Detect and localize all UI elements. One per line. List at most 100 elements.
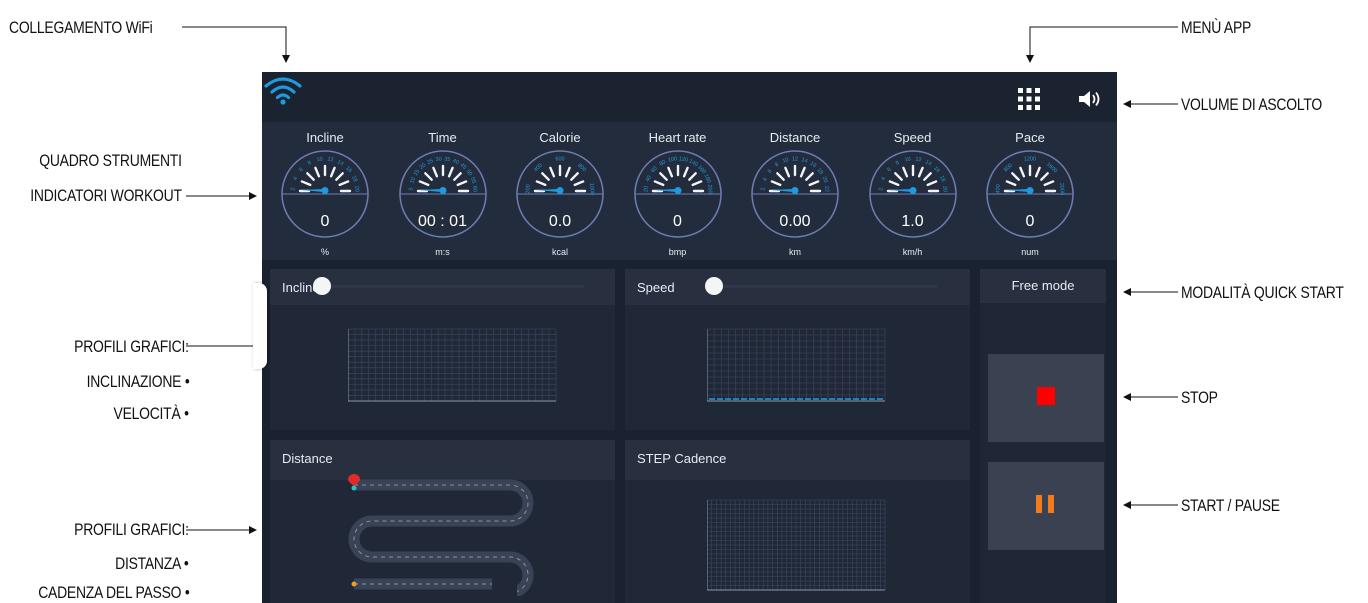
gauge-scale-label: 120 <box>678 156 688 163</box>
callout-volume: VOLUME DI ASCOLTO <box>1181 95 1322 114</box>
gauge-calorie: Calorie 200 400 600 800 1000 0.0 kcal <box>502 122 618 260</box>
gauge-scale-label: 2 <box>760 187 766 190</box>
gauge-scale-label: 8 <box>307 160 313 167</box>
gauge-scale-label: 4 <box>293 176 300 181</box>
track-end-dot <box>351 581 357 587</box>
gauge-scale-label: 6 <box>767 168 774 174</box>
gauge-value: 0 <box>673 213 682 230</box>
gauge-scale-label: 600 <box>555 156 564 162</box>
gauge-label: Distance <box>769 130 821 145</box>
top-bar <box>262 72 1117 122</box>
gauge-scale-label: 10 <box>409 177 417 185</box>
speed-profile-chart <box>707 328 886 402</box>
gauge-scale-label: 18 <box>938 175 946 183</box>
gauge-scale-label: 50 <box>464 169 472 177</box>
gauge-value: 1.0 <box>901 213 924 230</box>
gauge-value: 0 <box>320 213 330 230</box>
gauge-scale-label: 22 <box>823 186 829 192</box>
gauge-scale-label: 15 <box>412 169 420 177</box>
speed-slider-track[interactable] <box>715 285 937 288</box>
step-cadence-panel: STEP Cadence <box>625 440 970 603</box>
callout-profiles2-line3: CADENZA DEL PASSO • <box>37 583 190 602</box>
gauge-scale-label: 5 <box>408 187 414 190</box>
gauge-scale-label: 4 <box>880 176 887 181</box>
gauge-speed: Speed 2 4 6 8 10 12 14 16 18 20 1.0 km/h <box>855 122 971 260</box>
callout-profiles1-line2: INCLINAZIONE • <box>86 372 189 391</box>
gauge-unit: kcal <box>551 247 568 257</box>
gauge-unit: km/h <box>902 247 923 257</box>
gauge-scale-label: 2000 <box>1058 183 1065 196</box>
gauge-scale-label: 400 <box>533 163 544 174</box>
app-grid-icon[interactable] <box>1018 88 1040 110</box>
callout-quick-start: MODALITÀ QUICK START <box>1181 283 1344 302</box>
gauge-unit: bmp <box>668 247 687 257</box>
gauge-scale-label: 10 <box>782 157 790 165</box>
gauge-scale-label: 800 <box>1003 163 1014 174</box>
speed-panel-title: Speed <box>637 280 675 295</box>
gauge-unit: km <box>789 247 801 257</box>
gauge-scale-label: 18 <box>816 167 825 176</box>
gauge-scale-label: 30 <box>435 156 442 163</box>
gauge-scale-label: 35 <box>443 156 450 163</box>
gauge-scale-label: 1000 <box>588 183 595 196</box>
gauge-scale-label: 6 <box>886 167 893 173</box>
callout-menu-app: MENÙ APP <box>1181 18 1252 37</box>
app-screen: Incline 2 4 6 8 10 12 14 16 18 20 0% Time 5 10 15 20 25 30… <box>262 72 1117 603</box>
gauge-unit: % <box>320 247 329 257</box>
cadence-panel-header: STEP Cadence <box>625 440 970 480</box>
gauge-scale-label: 1200 <box>1024 156 1036 162</box>
gauge-scale-label: 16 <box>932 166 941 175</box>
stop-button[interactable] <box>988 354 1104 442</box>
speed-profile-panel: Speed <box>625 269 970 430</box>
gauge-scale-label: 12 <box>914 156 921 163</box>
free-mode-button[interactable]: Free mode <box>980 269 1106 303</box>
speed-slider-knob[interactable] <box>705 277 723 295</box>
side-panel-handle[interactable] <box>253 283 267 369</box>
gauge-scale-label: 40 <box>644 175 652 183</box>
gauge-time: Time 5 10 15 20 25 30 35 40 45 50 55 60 00 : 01 m:s <box>385 122 501 260</box>
gauge-scale-label: 16 <box>344 166 353 175</box>
incline-profile-chart <box>348 328 557 402</box>
gauge-label: Time <box>428 130 457 145</box>
callout-profiles2-line2: DISTANZA • <box>115 554 190 573</box>
callout-gauges-line2: INDICATORI WORKOUT <box>30 186 183 205</box>
callout-profiles2-line1: PROFILI GRAFICI: <box>74 520 189 539</box>
gauge-scale-label: 12 <box>327 156 334 163</box>
gauge-scale-label: 6 <box>298 167 305 173</box>
gauge-scale-label: 180 <box>702 173 711 184</box>
callout-profiles1-line1: PROFILI GRAFICI: <box>74 337 189 356</box>
incline-slider-knob[interactable] <box>313 277 331 295</box>
gauge-scale-label: 200 <box>706 184 713 194</box>
stop-icon <box>1037 387 1055 405</box>
gauge-unit: m:s <box>435 247 450 257</box>
speed-panel-header: Speed <box>625 269 970 305</box>
gauge-scale-label: 8 <box>774 162 780 169</box>
gauge-scale-label: 20 <box>643 186 649 192</box>
callout-wifi: COLLEGAMENTO WiFi <box>9 18 153 37</box>
incline-slider-track[interactable] <box>322 285 584 288</box>
gauge-scale-label: 14 <box>336 159 344 167</box>
distance-panel-title: Distance <box>282 451 333 466</box>
gauge-scale-label: 20 <box>941 186 947 192</box>
gauge-value: 0 <box>1025 213 1035 230</box>
wifi-icon[interactable] <box>264 74 302 106</box>
distance-profile-panel: Distance <box>270 440 615 603</box>
speaker-icon[interactable] <box>1078 90 1104 108</box>
gauge-label: Heart rate <box>648 130 707 145</box>
gauge-scale-label: 60 <box>471 186 477 192</box>
start-pause-button[interactable] <box>988 462 1104 550</box>
gauge-scale-label: 20 <box>353 186 359 192</box>
gauge-scale-label: 45 <box>458 162 467 171</box>
gauge-label: Incline <box>306 130 344 145</box>
gauge-scale-label: 800 <box>576 163 587 174</box>
gauge-scale-label: 200 <box>525 184 532 194</box>
gauge-scale-label: 2 <box>290 187 296 190</box>
gauge-scale-label: 2 <box>878 187 884 190</box>
gauge-scale-label: 20 <box>821 176 829 184</box>
gauge-scale-label: 12 <box>792 156 798 162</box>
gauge-label: Pace <box>1015 130 1045 145</box>
cadence-chart <box>707 499 886 591</box>
workout-gauges: Incline 2 4 6 8 10 12 14 16 18 20 0% Time 5 10 15 20 25 30… <box>262 122 1117 260</box>
gauge-scale-label: 20 <box>418 162 427 171</box>
gauge-scale-label: 8 <box>895 160 901 167</box>
